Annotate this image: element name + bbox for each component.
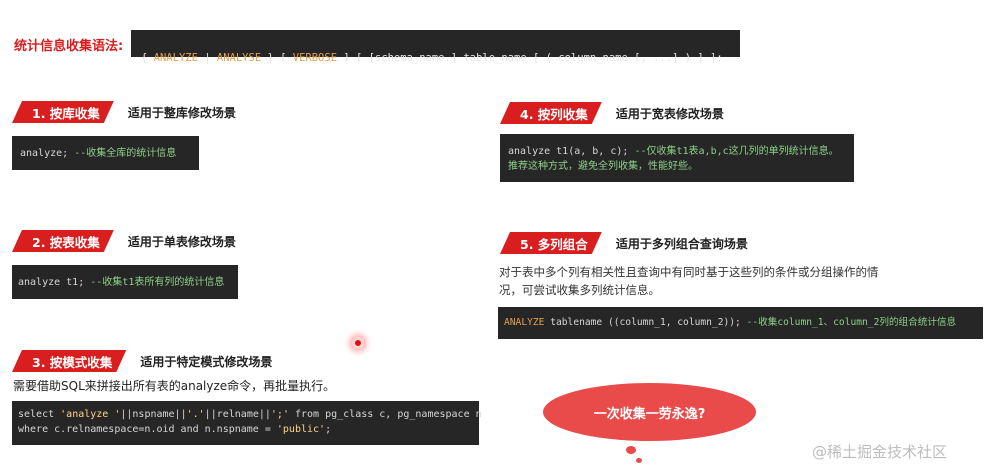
code-command: analyze; xyxy=(20,148,69,159)
section-5-desc: 适用于多列组合查询场景 xyxy=(615,236,748,251)
section-1-tag: 1. 按库收集 xyxy=(12,101,114,123)
code-comment: --收集column_1、column_2列的组合统计信息 xyxy=(740,317,957,328)
code-concat: ||relname|| xyxy=(204,409,271,420)
code-string: ';' xyxy=(270,409,289,420)
code-comment: --收集t1表所有列的统计信息 xyxy=(84,277,225,288)
speech-bubble: 一次收集一劳永逸? xyxy=(543,383,756,441)
code-comment-line2: 推荐这种方式，避免全列收集，性能好些。 xyxy=(508,161,698,172)
code-concat: ||nspname|| xyxy=(120,409,187,420)
section-5-note-line2: 况，可尝试收集多列统计信息。 xyxy=(499,283,660,297)
code-command: analyze t1(a, b, c); xyxy=(508,146,629,157)
section-3-code-block: select 'analyze '||nspname||'.'||relname… xyxy=(12,401,482,445)
syntax-code-block: { ANALYZE | ANALYSE } [ VERBOSE ] [ [sch… xyxy=(131,30,740,64)
bubble-tail-dot-small xyxy=(636,458,642,463)
code-command: analyze t1; xyxy=(18,277,85,288)
section-4-code-block: analyze t1(a, b, c); --仅收集t1表a,b,c这几列的单列… xyxy=(500,134,854,182)
section-2-tag: 2. 按表收集 xyxy=(12,230,114,252)
code-where: where c.relnamespace=n.oid and n.nspname… xyxy=(18,424,277,435)
syntax-separator: | xyxy=(197,52,217,64)
section-1-desc: 适用于整库修改场景 xyxy=(127,105,236,120)
laser-pointer-icon xyxy=(352,337,364,349)
section-5-banner: 5. 多列组合 适用于多列组合查询场景 xyxy=(500,232,748,254)
section-3-note: 需要借助SQL来拼接出所有表的analyze命令，再批量执行。 xyxy=(13,379,336,393)
keyword-analyze: ANALYZE xyxy=(153,52,198,64)
section-2-code-block: analyze t1; --收集t1表所有列的统计信息 xyxy=(12,265,238,299)
syntax-brace: { xyxy=(141,52,154,64)
section-4-desc: 适用于宽表修改场景 xyxy=(615,106,724,121)
syntax-label: 统计信息收集语法: xyxy=(14,39,124,54)
section-1-banner: 1. 按库收集 适用于整库修改场景 xyxy=(12,101,236,123)
section-3-tag: 3. 按模式收集 xyxy=(12,350,126,372)
bubble-tail-dot-large xyxy=(626,446,636,454)
section-5-note: 对于表中多个列有相关性且查询中有同时基于这些列的条件或分组操作的情 况，可尝试收… xyxy=(499,263,979,299)
code-string: '.' xyxy=(186,409,205,420)
section-4-banner: 4. 按列收集 适用于宽表修改场景 xyxy=(500,102,724,124)
code-comment: --仅收集t1表a,b,c这几列的单列统计信息。 xyxy=(628,146,839,157)
code-command: tablename ((column_1, column_2)); xyxy=(544,317,741,328)
code-from: from pg_class c, pg_namespace n xyxy=(288,409,482,420)
syntax-rest: ] [ [schema_name.] table_name [ ( column… xyxy=(337,52,723,64)
code-string: 'analyze ' xyxy=(60,409,121,420)
watermark: @稀土掘金技术社区 xyxy=(812,443,948,461)
code-end: ; xyxy=(325,424,332,435)
keyword-analyse: ANALYSE xyxy=(216,52,262,64)
section-5-tag: 5. 多列组合 xyxy=(500,232,602,254)
section-2-banner: 2. 按表收集 适用于单表修改场景 xyxy=(12,230,236,252)
keyword-verbose: VERBOSE xyxy=(292,52,338,64)
keyword-analyze: ANALYZE xyxy=(504,317,545,328)
section-1-code-block: analyze; --收集全库的统计信息 xyxy=(12,136,199,170)
speech-bubble-text: 一次收集一劳永逸? xyxy=(593,406,706,422)
code-select: select xyxy=(18,409,61,420)
section-4-tag: 4. 按列收集 xyxy=(500,102,602,124)
section-2-desc: 适用于单表修改场景 xyxy=(127,234,236,249)
syntax-brace-close: } [ xyxy=(261,52,293,64)
code-comment: --收集全库的统计信息 xyxy=(68,148,177,159)
code-string: 'public' xyxy=(276,424,326,435)
section-5-code-block: ANALYZE tablename ((column_1, column_2))… xyxy=(498,307,983,339)
section-3-banner: 3. 按模式收集 适用于特定模式修改场景 xyxy=(12,350,272,372)
section-5-note-line1: 对于表中多个列有相关性且查询中有同时基于这些列的条件或分组操作的情 xyxy=(499,265,879,279)
section-3-desc: 适用于特定模式修改场景 xyxy=(140,354,273,369)
